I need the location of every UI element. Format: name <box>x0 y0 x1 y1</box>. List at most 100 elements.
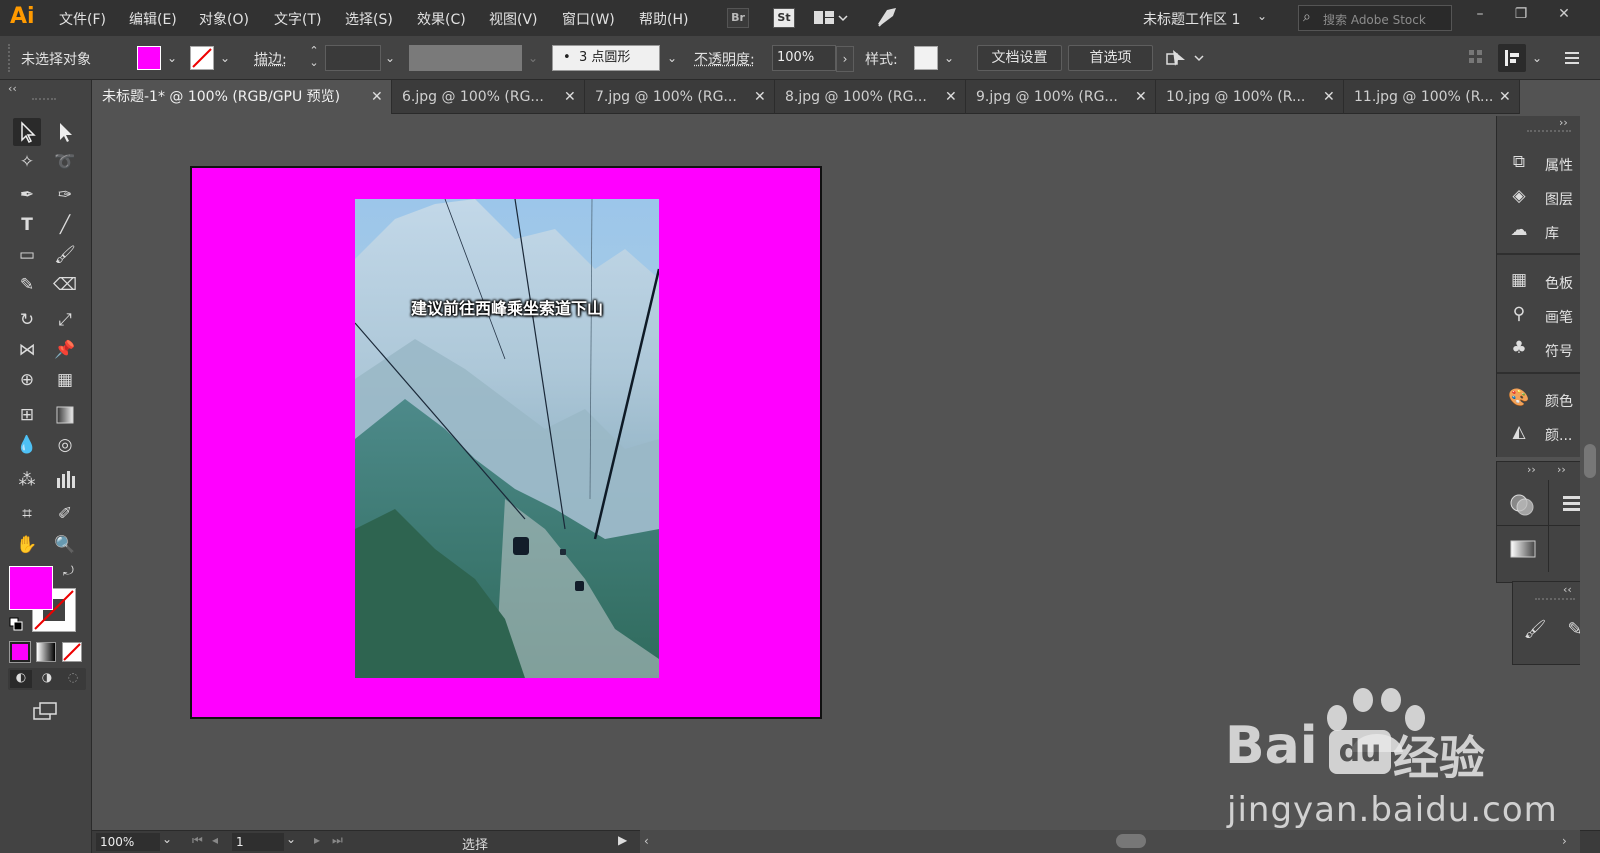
horizontal-scroll-thumb[interactable] <box>1116 834 1146 848</box>
zoom-dropdown-icon[interactable]: ⌄ <box>162 832 172 846</box>
expand-panels-icon[interactable]: ›› <box>1559 116 1568 129</box>
zoom-level-input[interactable]: 100% <box>96 833 160 851</box>
previous-artboard-icon[interactable]: ◂ <box>212 833 218 847</box>
close-icon[interactable]: ✕ <box>754 80 768 114</box>
menu-file[interactable]: 文件(F) <box>59 9 106 29</box>
gradient-panel-button[interactable] <box>1497 526 1549 572</box>
brush-icon[interactable]: 🖌 <box>1519 614 1551 646</box>
artboard-dropdown-icon[interactable]: ⌄ <box>286 832 296 846</box>
line-segment-tool-icon[interactable]: ╱ <box>51 211 79 239</box>
menu-select[interactable]: 选择(S) <box>345 9 393 29</box>
menu-effect[interactable]: 效果(C) <box>417 9 466 29</box>
tab-11-jpg[interactable]: 11.jpg @ 100% (R... ✕ <box>1344 80 1520 114</box>
vertical-scroll-thumb[interactable] <box>1584 444 1596 478</box>
rectangle-tool-icon[interactable]: ▭ <box>13 241 41 269</box>
stock-icon[interactable]: St <box>773 8 795 28</box>
close-icon[interactable]: ✕ <box>1499 80 1513 114</box>
gradient-mode-icon[interactable] <box>36 642 56 662</box>
magic-wand-tool-icon[interactable]: ✧ <box>13 148 41 176</box>
placed-photo[interactable]: 建议前往西峰乘坐索道下山 <box>355 199 659 678</box>
menu-help[interactable]: 帮助(H) <box>639 9 688 29</box>
bridge-icon[interactable]: Br <box>727 8 749 28</box>
gpu-performance-icon[interactable] <box>875 6 899 28</box>
tab-6-jpg[interactable]: 6.jpg @ 100% (RG... ✕ <box>392 80 585 114</box>
blend-tool-icon[interactable]: ◎ <box>51 431 79 459</box>
scroll-right-icon[interactable]: › <box>1562 834 1567 848</box>
align-dropdown-icon[interactable]: ⌄ <box>1528 46 1546 70</box>
stock-search-box[interactable]: ⌕ 搜索 Adobe Stock <box>1298 5 1452 31</box>
close-icon[interactable]: ✕ <box>371 80 385 114</box>
perspective-grid-tool-icon[interactable]: ▦ <box>51 366 79 394</box>
opacity-input[interactable]: 100% <box>772 45 836 71</box>
gradient-tool-icon[interactable] <box>51 401 79 429</box>
status-menu-icon[interactable]: ▶ <box>618 833 627 847</box>
vertical-scrollbar[interactable] <box>1580 114 1600 830</box>
puppet-warp-tool-icon[interactable]: 📌 <box>51 336 79 364</box>
chevron-down-icon[interactable]: ⌄ <box>1257 9 1267 23</box>
opacity-label[interactable]: 不透明度: <box>694 49 755 69</box>
grid-icon[interactable] <box>1468 48 1484 68</box>
minimize-icon[interactable]: – <box>1464 2 1496 26</box>
graphic-style-swatch[interactable] <box>914 46 938 70</box>
transparency-panel-button[interactable] <box>1497 480 1549 526</box>
tab-9-jpg[interactable]: 9.jpg @ 100% (RG... ✕ <box>966 80 1156 114</box>
screen-mode-icon[interactable] <box>30 700 62 722</box>
draw-inside-icon[interactable]: ◌ <box>62 670 84 688</box>
eraser-tool-icon[interactable]: ⌫ <box>51 271 79 299</box>
menu-view[interactable]: 视图(V) <box>489 9 538 29</box>
color-mode-icon[interactable] <box>10 642 30 662</box>
menu-window[interactable]: 窗口(W) <box>562 9 615 29</box>
panel-grip[interactable] <box>1535 598 1575 600</box>
close-icon[interactable]: ✕ <box>1548 2 1580 26</box>
menu-type[interactable]: 文字(T) <box>274 9 321 29</box>
control-bar-grip[interactable] <box>8 44 12 72</box>
type-tool-icon[interactable]: T <box>13 211 41 239</box>
scroll-left-icon[interactable]: ‹ <box>644 834 649 848</box>
fill-swatch[interactable] <box>137 46 161 70</box>
preferences-button[interactable]: 首选项 <box>1068 45 1153 71</box>
tab-10-jpg[interactable]: 10.jpg @ 100% (R... ✕ <box>1156 80 1344 114</box>
align-icon[interactable] <box>1498 44 1526 72</box>
scale-tool-icon[interactable]: ⤢ <box>51 306 79 334</box>
toolbar-grip[interactable] <box>32 98 56 101</box>
rotate-tool-icon[interactable]: ↻ <box>13 306 41 334</box>
lasso-tool-icon[interactable]: ➰ <box>51 148 79 176</box>
width-tool-icon[interactable]: ⋈ <box>13 336 41 364</box>
tab-untitled-1[interactable]: 未标题-1* @ 100% (RGB/GPU 预览) ✕ <box>92 80 392 114</box>
profile-dropdown-icon[interactable]: ⌄ <box>524 46 542 70</box>
tab-8-jpg[interactable]: 8.jpg @ 100% (RG... ✕ <box>775 80 966 114</box>
collapse-panels-icon[interactable]: ‹‹ <box>1563 583 1572 596</box>
menu-object[interactable]: 对象(O) <box>199 9 249 29</box>
restore-icon[interactable]: ❐ <box>1505 2 1537 26</box>
brush-dropdown-icon[interactable]: ⌄ <box>663 46 681 70</box>
panel-menu-icon[interactable] <box>1562 48 1582 68</box>
none-mode-icon[interactable] <box>62 642 82 662</box>
horizontal-scrollbar[interactable]: ‹ › <box>640 830 1580 853</box>
artboard-number-input[interactable]: 1 <box>232 833 284 851</box>
last-artboard-icon[interactable]: ⏭ <box>332 833 343 848</box>
close-icon[interactable]: ✕ <box>1135 80 1149 114</box>
default-colors-icon[interactable] <box>9 617 23 631</box>
stroke-none-swatch[interactable] <box>190 46 214 70</box>
swap-fill-stroke-icon[interactable]: ⤾ <box>63 564 74 579</box>
stroke-weight-input[interactable] <box>325 45 381 71</box>
arrange-documents-icon[interactable] <box>812 8 848 28</box>
next-artboard-icon[interactable]: ▸ <box>314 833 320 847</box>
column-graph-tool-icon[interactable] <box>51 466 79 494</box>
shape-builder-tool-icon[interactable]: ⊕ <box>13 366 41 394</box>
symbol-sprayer-tool-icon[interactable]: ⁂ <box>13 466 41 494</box>
hand-tool-icon[interactable]: ✋ <box>13 531 41 559</box>
mesh-tool-icon[interactable]: ⊞ <box>13 401 41 429</box>
fill-color-swatch[interactable] <box>9 566 53 610</box>
collapse-toolbar-icon[interactable]: ‹‹ <box>8 82 17 95</box>
close-icon[interactable]: ✕ <box>945 80 959 114</box>
paintbrush-tool-icon[interactable]: 🖌 <box>51 241 79 269</box>
expand-panels-icon[interactable]: ›› <box>1557 463 1566 476</box>
document-setup-button[interactable]: 文档设置 <box>977 45 1062 71</box>
artboard-tool-icon[interactable]: ⌗ <box>13 500 41 528</box>
draw-behind-icon[interactable]: ◑ <box>36 670 58 688</box>
curvature-tool-icon[interactable]: ✑ <box>51 181 79 209</box>
fill-dropdown-icon[interactable]: ⌄ <box>163 46 181 70</box>
stroke-weight-stepper[interactable]: ⌃ ⌄ <box>305 45 323 71</box>
close-icon[interactable]: ✕ <box>1323 80 1337 114</box>
